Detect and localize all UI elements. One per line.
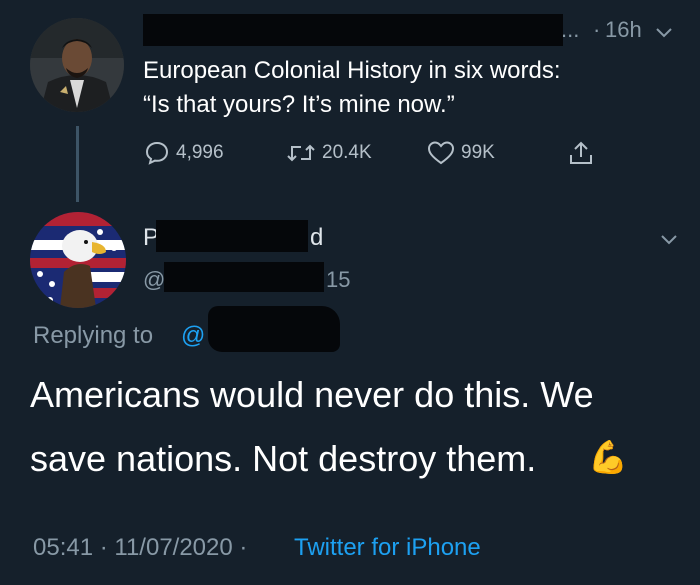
parent-tweet-menu-button[interactable] — [653, 21, 675, 43]
reply-author-handle-suffix: 15 — [326, 267, 351, 292]
retweet-icon — [287, 144, 315, 162]
reply-source-link[interactable]: Twitter for iPhone — [294, 534, 481, 562]
reply-button[interactable]: 4,996 — [144, 140, 224, 166]
replying-to-handle[interactable]: @ — [181, 322, 205, 350]
eagle-flag-avatar-icon — [30, 212, 126, 308]
heart-icon — [427, 141, 455, 165]
reply-timestamp[interactable]: 05:41 · 11/07/2020 · — [33, 534, 247, 562]
replying-to-handle-redacted — [208, 306, 340, 352]
like-button[interactable]: 99K — [427, 140, 495, 166]
parent-header-separator: · — [593, 17, 601, 42]
parent-author-name-redacted — [143, 14, 563, 46]
parent-tweet-text-line1: European Colonial History in six words: — [143, 57, 561, 84]
replying-to-label: Replying to — [33, 322, 154, 349]
reply-author-avatar[interactable] — [30, 212, 126, 308]
reply-icon — [145, 141, 169, 165]
reply-count: 4,996 — [176, 142, 224, 163]
reply-author-handle-redacted — [164, 262, 324, 292]
chevron-down-icon — [656, 28, 672, 38]
retweet-button[interactable]: 20.4K — [286, 140, 372, 166]
parent-tweet-time[interactable]: 16h — [605, 17, 642, 43]
reply-tweet-text-line1: Americans would never do this. We — [30, 374, 594, 415]
parent-tweet-text-line2: “Is that yours? It’s mine now.” — [143, 91, 455, 118]
parent-author-avatar[interactable] — [30, 18, 124, 112]
like-count: 99K — [461, 142, 495, 163]
reply-tweet-text-line2: save nations. Not destroy them. — [30, 438, 537, 479]
thread-connector — [76, 126, 79, 202]
reply-tweet-menu-button[interactable] — [658, 228, 680, 250]
chevron-down-icon — [661, 235, 677, 245]
parent-header-ellipsis: ... — [561, 17, 580, 42]
person-avatar-icon — [30, 18, 124, 112]
reply-author-handle-prefix: @ — [143, 267, 166, 292]
share-icon — [570, 141, 592, 164]
reply-author-name-redacted — [156, 220, 308, 252]
share-button[interactable] — [567, 139, 595, 172]
flexed-biceps-emoji: 💪 — [588, 439, 628, 475]
retweet-count: 20.4K — [322, 142, 372, 163]
reply-author-name-end: d — [310, 224, 324, 251]
